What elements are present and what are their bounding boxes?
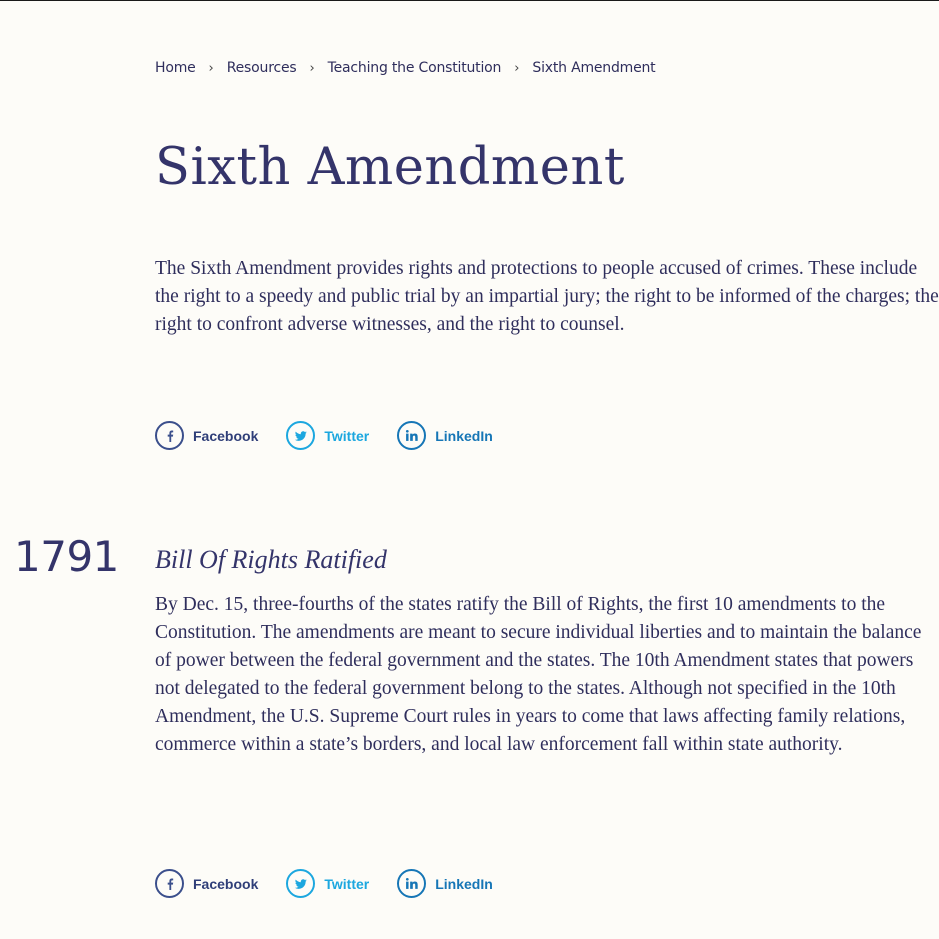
breadcrumb-sixth-amendment[interactable]: Sixth Amendment (532, 60, 655, 76)
linkedin-icon (397, 869, 427, 898)
linkedin-share-label: LinkedIn (435, 875, 493, 892)
timeline-event-title: Bill Of Rights Ratified (155, 545, 387, 574)
share-bar: Facebook Twitter LinkedIn (155, 421, 521, 450)
timeline-year: 1791 (14, 532, 119, 581)
facebook-share-label: Facebook (193, 427, 259, 444)
twitter-share-label: Twitter (324, 875, 370, 892)
twitter-share-button[interactable]: Twitter (286, 421, 369, 450)
top-border (0, 0, 939, 1)
twitter-icon (286, 869, 316, 898)
chevron-right-icon: › (309, 60, 315, 76)
timeline-event-body: By Dec. 15, three-fourths of the states … (155, 594, 922, 755)
twitter-share-button[interactable]: Twitter (286, 869, 369, 898)
linkedin-icon (397, 421, 427, 450)
breadcrumb-resources[interactable]: Resources (227, 60, 297, 76)
linkedin-share-label: LinkedIn (435, 427, 493, 444)
facebook-share-label: Facebook (193, 875, 259, 892)
event-share-bar: Facebook Twitter LinkedIn (155, 869, 521, 898)
twitter-icon (286, 421, 316, 450)
chevron-right-icon: › (514, 60, 520, 76)
chevron-right-icon: › (208, 60, 214, 76)
facebook-share-button[interactable]: Facebook (155, 869, 258, 898)
breadcrumb-home[interactable]: Home (155, 60, 196, 76)
breadcrumb: Home › Resources › Teaching the Constitu… (155, 60, 656, 76)
twitter-share-label: Twitter (324, 427, 370, 444)
linkedin-share-button[interactable]: LinkedIn (397, 869, 493, 898)
linkedin-share-button[interactable]: LinkedIn (397, 421, 493, 450)
intro-paragraph: The Sixth Amendment provides rights and … (155, 258, 939, 335)
facebook-icon (155, 421, 184, 450)
facebook-icon (155, 869, 184, 898)
facebook-share-button[interactable]: Facebook (155, 421, 258, 450)
breadcrumb-teaching-the-constitution[interactable]: Teaching the Constitution (328, 60, 502, 76)
page-title: Sixth Amendment (155, 138, 625, 197)
